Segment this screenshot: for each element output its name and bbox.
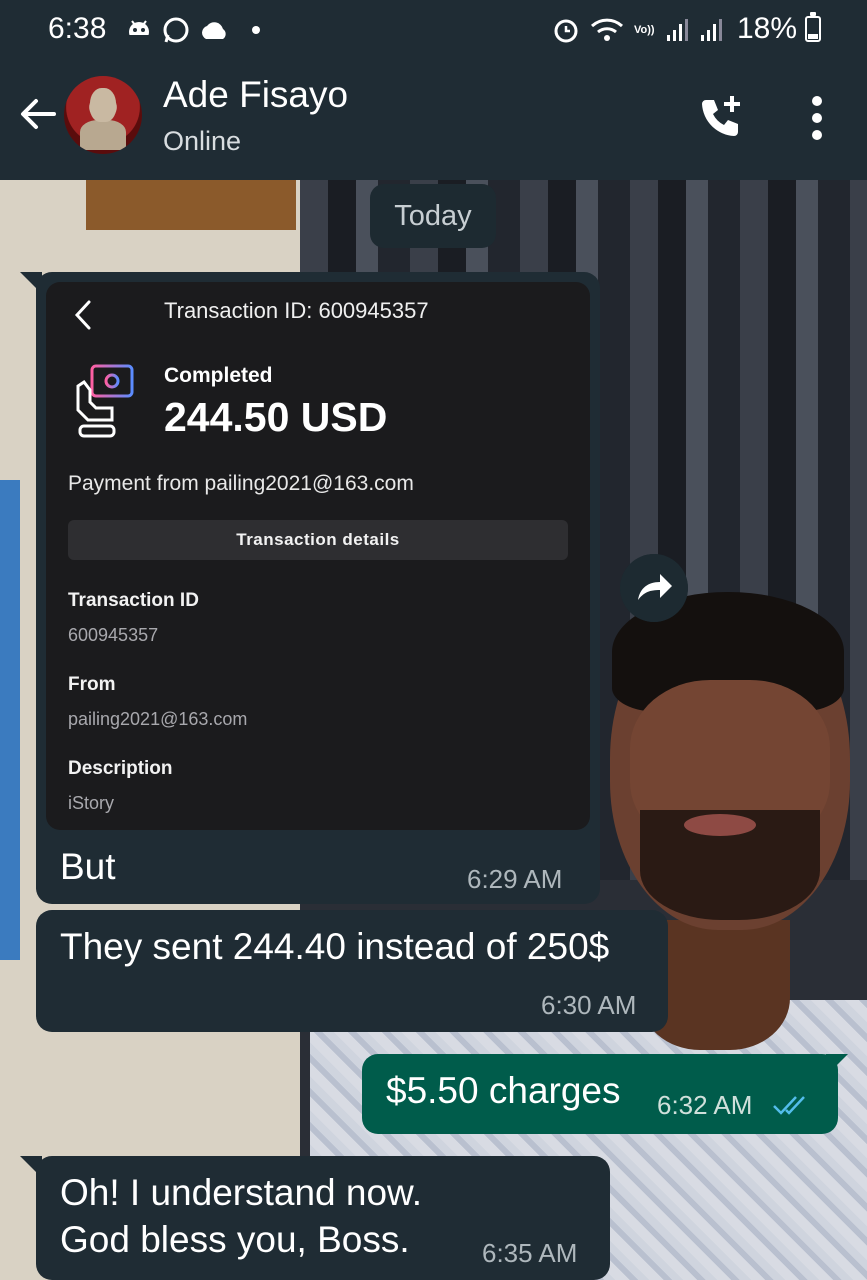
cloud-icon <box>202 22 226 39</box>
system-icons: Vo)) <box>552 16 723 44</box>
whatsapp-icon <box>163 17 189 43</box>
message-time: 6:30 AM <box>541 990 637 1020</box>
read-ticks-icon <box>773 1096 805 1115</box>
message-time: 6:32 AM <box>657 1090 753 1120</box>
chevron-left-icon <box>74 300 91 330</box>
payment-from-line: Payment from pailing2021@163.com <box>68 472 414 495</box>
android-debug-icon <box>127 20 151 43</box>
field-label-transaction-id: Transaction ID <box>68 590 199 611</box>
contact-name[interactable]: Ade Fisayo <box>163 74 348 116</box>
contact-status: Online <box>163 126 242 156</box>
forward-icon[interactable] <box>620 554 688 622</box>
field-value-transaction-id: 600945357 <box>68 625 159 645</box>
battery-percent: 18% <box>736 12 797 45</box>
add-call-icon[interactable] <box>696 92 746 142</box>
transaction-amount: 244.50 USD <box>164 394 388 440</box>
message-time: 6:35 AM <box>482 1238 578 1268</box>
alarm-icon <box>554 19 578 43</box>
field-value-from: pailing2021@163.com <box>68 709 248 729</box>
transaction-status: Completed <box>164 364 273 387</box>
battery-icon <box>805 12 821 42</box>
volte-label: Vo)) <box>634 24 655 36</box>
message-text: They sent 244.40 instead of 250$ <box>60 926 610 967</box>
status-time: 6:38 <box>48 12 107 45</box>
avatar-statue-body <box>80 120 126 150</box>
transaction-screenshot-image[interactable]: Transaction ID: 600945357 Completed 244.… <box>46 282 590 830</box>
field-label-from: From <box>68 674 116 695</box>
chat-header: Ade Fisayo Online <box>0 62 867 180</box>
transaction-header: Transaction ID: 600945357 <box>164 298 429 323</box>
message-text-line-2: God bless you, Boss. <box>60 1219 410 1260</box>
wallpaper-blue-object <box>0 480 20 960</box>
field-value-description: iStory <box>68 793 115 813</box>
message-text: $5.50 charges <box>386 1070 621 1111</box>
message-text-line-1: Oh! I understand now. <box>60 1172 423 1213</box>
back-arrow-icon[interactable] <box>14 90 62 138</box>
transaction-details-button: Transaction details <box>68 520 568 560</box>
wallpaper-lips <box>684 814 756 836</box>
wifi-calling-icon <box>590 18 624 41</box>
wallpaper-picture-frame <box>86 180 296 230</box>
signal-icon <box>700 19 722 41</box>
signal-icon <box>666 19 688 41</box>
message-time: 6:29 AM <box>467 864 563 894</box>
more-vert-icon[interactable] <box>806 96 828 140</box>
payment-received-icon <box>76 364 134 438</box>
avatar[interactable] <box>64 76 142 154</box>
message-text: But <box>60 846 116 887</box>
notification-icons <box>124 16 264 44</box>
status-bar: 6:38 Vo)) 18% <box>0 0 867 62</box>
date-chip: Today <box>370 184 496 248</box>
avatar-statue-head <box>90 88 116 122</box>
field-label-description: Description <box>68 758 173 779</box>
dot-icon <box>252 26 260 34</box>
